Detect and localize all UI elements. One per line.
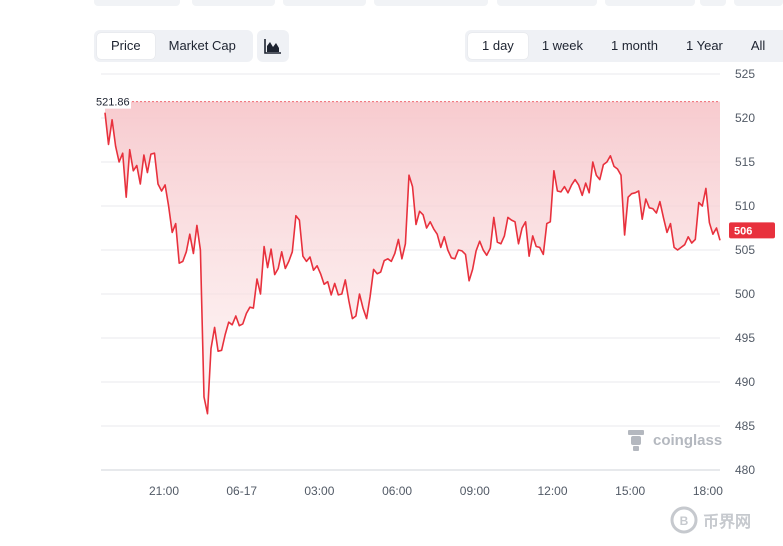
x-tick-label: 06-17 (226, 484, 257, 498)
max-price-marker: 521.86 (93, 94, 131, 109)
x-tick-label: 03:00 (304, 484, 334, 498)
svg-text:B: B (680, 514, 689, 528)
x-tick-label: 21:00 (149, 484, 179, 498)
x-tick-label: 18:00 (693, 484, 723, 498)
y-tick-label: 490 (735, 375, 755, 389)
coinglass-logo-icon (628, 430, 644, 451)
y-tick-label: 520 (735, 111, 755, 125)
watermark-text: coinglass (653, 432, 722, 449)
y-tick-label: 505 (735, 243, 755, 257)
corner-logo: B 币界网 (670, 506, 751, 534)
price-chart: 521.86 506 480 485 490 495 500 505 510 515 520 525… (93, 67, 775, 534)
y-tick-label: 495 (735, 331, 755, 345)
y-tick-label: 515 (735, 155, 755, 169)
price-area-fill (105, 101, 720, 414)
y-tick-label: 480 (735, 463, 755, 477)
corner-logo-text: 币界网 (703, 513, 751, 531)
x-tick-label: 15:00 (615, 484, 645, 498)
current-price-label: 506 (734, 225, 752, 237)
x-tick-label: 09:00 (460, 484, 490, 498)
coinglass-watermark: coinglass (628, 430, 722, 451)
max-price-label: 521.86 (96, 97, 130, 109)
y-tick-label: 500 (735, 287, 755, 301)
y-tick-label: 525 (735, 67, 755, 81)
y-tick-label: 485 (735, 419, 755, 433)
x-tick-label: 12:00 (537, 484, 567, 498)
current-price-tag: 506 (729, 222, 775, 239)
y-tick-label: 510 (735, 199, 755, 213)
x-tick-label: 06:00 (382, 484, 412, 498)
